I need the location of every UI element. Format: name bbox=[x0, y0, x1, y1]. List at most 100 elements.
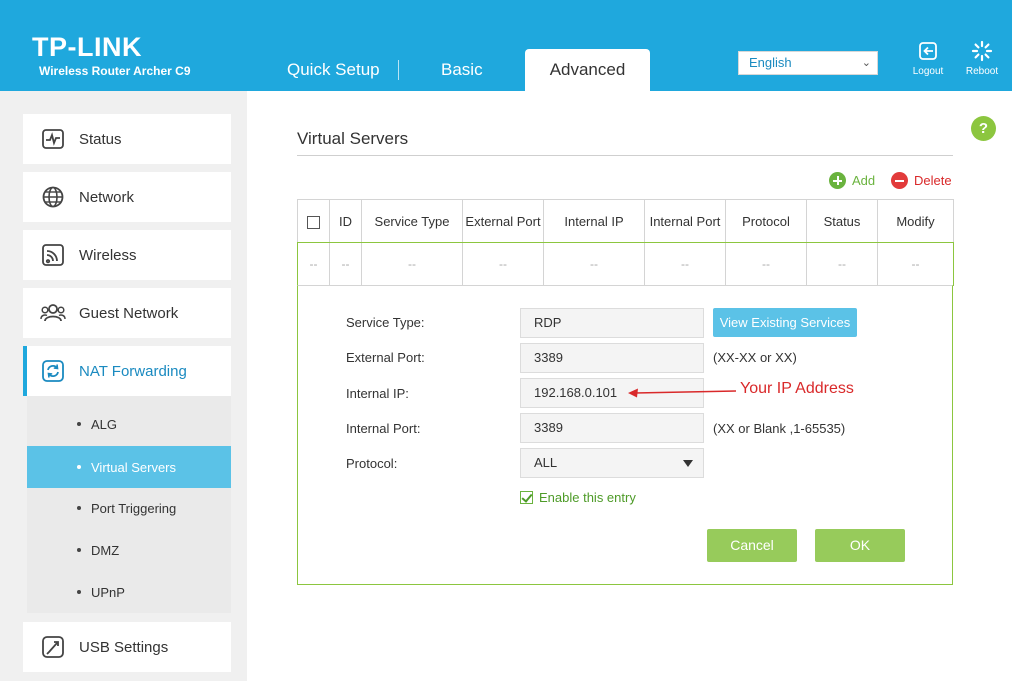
minus-icon bbox=[891, 172, 908, 189]
globe-icon bbox=[39, 183, 67, 211]
reboot-icon bbox=[971, 40, 993, 62]
table-cell: -- bbox=[806, 242, 878, 286]
help-button[interactable]: ? bbox=[971, 116, 996, 141]
submenu-item-label: ALG bbox=[91, 416, 118, 432]
brand-logo: TP-LINK bbox=[32, 32, 142, 62]
caret-down-icon bbox=[683, 460, 693, 467]
ok-button[interactable]: OK bbox=[815, 529, 905, 562]
add-button[interactable]: Add bbox=[829, 172, 875, 189]
column-header-service-type: Service Type bbox=[361, 199, 463, 243]
nat-submenu: ALG Virtual Servers Port Triggering DMZ … bbox=[27, 396, 231, 613]
external-port-label: External Port: bbox=[346, 350, 425, 365]
header-bar: TP-LINK Wireless Router Archer C9 Quick … bbox=[0, 0, 1012, 91]
guest-users-icon bbox=[39, 299, 67, 327]
table-cell: -- bbox=[297, 242, 330, 286]
checkmark-icon bbox=[520, 491, 533, 504]
sidebar-item-usb-settings[interactable]: USB Settings bbox=[23, 622, 231, 672]
sidebar-item-guest-network[interactable]: Guest Network bbox=[23, 288, 231, 338]
sidebar-item-label: Guest Network bbox=[79, 304, 179, 322]
protocol-label: Protocol: bbox=[346, 456, 398, 471]
column-header-modify: Modify bbox=[877, 199, 954, 243]
delete-label: Delete bbox=[914, 173, 952, 188]
table-cell: -- bbox=[361, 242, 463, 286]
select-all-checkbox[interactable] bbox=[307, 215, 320, 229]
bullet bbox=[77, 422, 81, 426]
submenu-item-label: DMZ bbox=[91, 542, 120, 558]
add-label: Add bbox=[852, 173, 876, 188]
sidebar-item-label: Network bbox=[79, 188, 135, 206]
annotation-arrow-icon bbox=[628, 388, 737, 398]
submenu-item-upnp[interactable]: UPnP bbox=[27, 571, 231, 613]
column-header-internal-port: Internal Port bbox=[644, 199, 726, 243]
service-type-label: Service Type: bbox=[346, 315, 425, 330]
table-cell: -- bbox=[462, 242, 544, 286]
table-cell: -- bbox=[543, 242, 645, 286]
submenu-item-label: Port Triggering bbox=[91, 500, 177, 516]
tab-basic[interactable]: Basic bbox=[441, 60, 483, 80]
bullet bbox=[77, 465, 81, 469]
column-header-external-port: External Port bbox=[462, 199, 544, 243]
language-select[interactable]: English ⌄ bbox=[738, 51, 878, 75]
wireless-icon bbox=[39, 241, 67, 269]
submenu-item-label: Virtual Servers bbox=[91, 459, 177, 475]
tab-quick-setup[interactable]: Quick Setup bbox=[287, 60, 380, 80]
title-divider bbox=[297, 155, 953, 156]
internal-port-field[interactable]: 3389 bbox=[520, 413, 704, 443]
submenu-item-label: UPnP bbox=[91, 584, 125, 600]
sidebar-item-nat-forwarding[interactable]: NAT Forwarding bbox=[23, 346, 231, 396]
tab-divider bbox=[398, 60, 399, 80]
protocol-value: ALL bbox=[534, 455, 558, 470]
sidebar-item-network[interactable]: Network bbox=[23, 172, 231, 222]
table-cell: -- bbox=[644, 242, 726, 286]
sidebar-item-label: NAT Forwarding bbox=[79, 362, 187, 380]
enable-entry-checkbox[interactable]: Enable this entry bbox=[520, 490, 636, 505]
virtual-servers-table: ID Service Type External Port Internal I… bbox=[297, 199, 954, 286]
internal-port-label: Internal Port: bbox=[346, 421, 421, 436]
column-header-protocol: Protocol bbox=[725, 199, 807, 243]
view-existing-services-button[interactable]: View Existing Services bbox=[713, 308, 857, 337]
sidebar-item-label: Wireless bbox=[79, 246, 137, 264]
language-value: English bbox=[749, 55, 792, 70]
logout-button[interactable]: Logout bbox=[903, 40, 953, 77]
submenu-item-alg[interactable]: ALG bbox=[27, 403, 231, 445]
external-port-hint: (XX-XX or XX) bbox=[713, 350, 797, 365]
table-row: -- -- -- -- -- -- -- -- -- bbox=[297, 242, 954, 286]
reboot-label: Reboot bbox=[965, 66, 999, 77]
external-port-field[interactable]: 3389 bbox=[520, 343, 704, 373]
enable-entry-label: Enable this entry bbox=[539, 490, 636, 505]
page-title: Virtual Servers bbox=[297, 129, 409, 148]
table-cell: -- bbox=[725, 242, 807, 286]
delete-button[interactable]: Delete bbox=[891, 172, 952, 189]
plus-icon bbox=[829, 172, 846, 189]
sidebar-item-status[interactable]: Status bbox=[23, 114, 231, 164]
sidebar-item-wireless[interactable]: Wireless bbox=[23, 230, 231, 280]
bullet bbox=[77, 548, 81, 552]
table-cell: -- bbox=[877, 242, 954, 286]
reboot-button[interactable]: Reboot bbox=[957, 40, 1007, 77]
column-header-internal-ip: Internal IP bbox=[543, 199, 645, 243]
cancel-button[interactable]: Cancel bbox=[707, 529, 797, 562]
model-name: Wireless Router Archer C9 bbox=[39, 64, 191, 78]
annotation-text: Your IP Address bbox=[740, 380, 854, 397]
chevron-down-icon: ⌄ bbox=[861, 57, 871, 69]
tab-advanced[interactable]: Advanced bbox=[525, 49, 650, 91]
logout-label: Logout bbox=[912, 66, 944, 77]
select-all-cell[interactable] bbox=[297, 199, 330, 243]
bullet bbox=[77, 590, 81, 594]
submenu-item-dmz[interactable]: DMZ bbox=[27, 529, 231, 571]
internal-ip-label: Internal IP: bbox=[346, 386, 409, 401]
sidebar-item-label: Status bbox=[79, 130, 122, 148]
sidebar-item-label: USB Settings bbox=[79, 638, 169, 656]
service-type-field[interactable]: RDP bbox=[520, 308, 704, 338]
protocol-select[interactable]: ALL bbox=[520, 448, 704, 478]
submenu-item-virtual-servers[interactable]: Virtual Servers bbox=[27, 446, 231, 488]
internal-port-hint: (XX or Blank ,1-65535) bbox=[713, 421, 846, 436]
submenu-item-port-triggering[interactable]: Port Triggering bbox=[27, 487, 231, 529]
status-icon bbox=[39, 125, 67, 153]
table-cell: -- bbox=[329, 242, 362, 286]
column-header-id: ID bbox=[329, 199, 362, 243]
logout-icon bbox=[919, 42, 937, 60]
bullet bbox=[77, 506, 81, 510]
table-header-row: ID Service Type External Port Internal I… bbox=[297, 199, 954, 243]
column-header-status: Status bbox=[806, 199, 878, 243]
